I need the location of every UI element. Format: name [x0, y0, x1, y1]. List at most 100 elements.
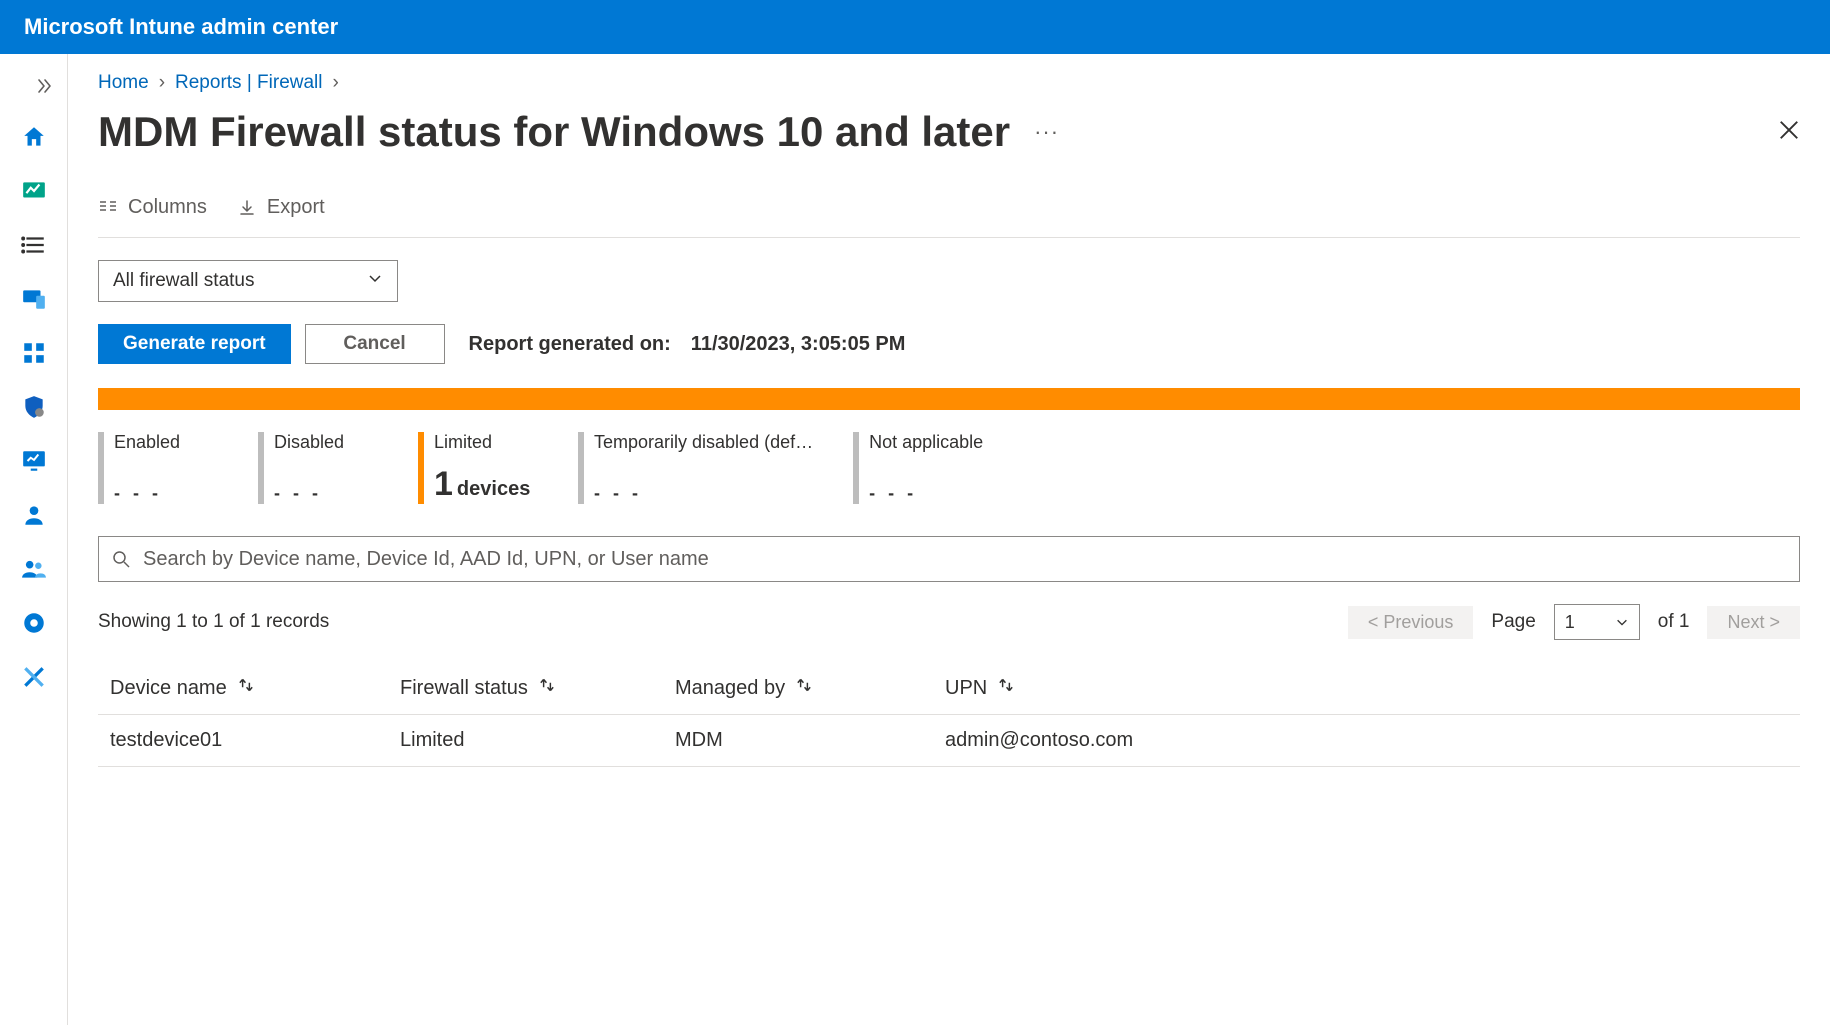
shield-gear-icon: [21, 394, 47, 420]
column-header-device-name[interactable]: Device name: [110, 676, 400, 700]
status-stripe: [98, 432, 104, 504]
page-title: MDM Firewall status for Windows 10 and l…: [98, 108, 1010, 156]
results-bar: Showing 1 to 1 of 1 records < Previous P…: [98, 604, 1800, 640]
users-icon: [21, 556, 47, 582]
status-tile-disabled[interactable]: Disabled - - -: [258, 432, 378, 504]
page-label: Page: [1491, 611, 1535, 633]
left-nav: [0, 54, 68, 1025]
sidebar-item-groups[interactable]: [11, 546, 57, 592]
breadcrumb-separator: ›: [159, 72, 165, 94]
previous-page-button[interactable]: < Previous: [1348, 606, 1474, 639]
table-header-row: Device name Firewall status Managed by U…: [98, 662, 1800, 715]
user-icon: [21, 502, 47, 528]
sidebar-item-users[interactable]: [11, 492, 57, 538]
breadcrumb-reports-firewall[interactable]: Reports | Firewall: [175, 72, 322, 94]
chevron-double-right-icon: [37, 78, 53, 94]
download-icon: [237, 198, 257, 218]
more-actions-button[interactable]: ···: [1034, 119, 1059, 145]
monitor-chart-icon: [21, 448, 47, 474]
generate-report-button[interactable]: Generate report: [98, 324, 291, 364]
cell-upn: admin@contoso.com: [945, 729, 1788, 752]
status-summary: Enabled - - - Disabled - - - Limited 1de…: [98, 432, 1800, 504]
page-select[interactable]: 1: [1554, 604, 1640, 640]
sort-icon: [997, 676, 1015, 700]
sidebar-item-endpoint-security[interactable]: [11, 384, 57, 430]
command-bar: Columns Export: [98, 196, 1800, 238]
status-label: Enabled: [114, 432, 180, 453]
global-header: Microsoft Intune admin center: [0, 0, 1830, 54]
status-tile-temporarily-disabled[interactable]: Temporarily disabled (def… - - -: [578, 432, 813, 504]
status-label: Temporarily disabled (def…: [594, 432, 813, 453]
gear-icon: [21, 610, 47, 636]
close-blade-button[interactable]: [1778, 119, 1800, 146]
status-tile-not-applicable[interactable]: Not applicable - - -: [853, 432, 983, 504]
status-stripe: [418, 432, 424, 504]
apps-grid-icon: [21, 340, 47, 366]
report-generated-timestamp: 11/30/2023, 3:05:05 PM: [691, 333, 906, 356]
status-tile-enabled[interactable]: Enabled - - -: [98, 432, 218, 504]
breadcrumb-home[interactable]: Home: [98, 72, 149, 94]
status-value: 1devices: [434, 465, 530, 504]
report-generated-label: Report generated on:: [469, 333, 671, 356]
status-label: Disabled: [274, 432, 344, 453]
column-header-managed-by[interactable]: Managed by: [675, 676, 945, 700]
filter-row: All firewall status: [98, 260, 1800, 302]
sidebar-item-reports[interactable]: [11, 438, 57, 484]
columns-label: Columns: [128, 196, 207, 219]
table-row[interactable]: testdevice01 Limited MDM admin@contoso.c…: [98, 715, 1800, 767]
main-content: Home › Reports | Firewall › MDM Firewall…: [68, 54, 1830, 1025]
search-icon: [111, 549, 131, 569]
column-header-firewall-status[interactable]: Firewall status: [400, 676, 675, 700]
breadcrumb: Home › Reports | Firewall ›: [98, 72, 1800, 94]
pager: < Previous Page 1 of 1 Next >: [1348, 604, 1800, 640]
sidebar-item-apps[interactable]: [11, 330, 57, 376]
search-box[interactable]: [98, 536, 1800, 582]
search-input[interactable]: [141, 547, 1787, 572]
column-header-upn[interactable]: UPN: [945, 676, 1788, 700]
cell-firewall-status: Limited: [400, 729, 675, 752]
breadcrumb-separator: ›: [333, 72, 339, 94]
page-title-row: MDM Firewall status for Windows 10 and l…: [98, 108, 1800, 156]
status-stripe: [853, 432, 859, 504]
results-table: Device name Firewall status Managed by U…: [98, 662, 1800, 767]
cell-managed-by: MDM: [675, 729, 945, 752]
cancel-button[interactable]: Cancel: [305, 324, 445, 364]
export-label: Export: [267, 196, 325, 219]
tools-icon: [21, 664, 47, 690]
devices-icon: [21, 286, 47, 312]
filter-selected-value: All firewall status: [113, 270, 255, 292]
sidebar-item-home[interactable]: [11, 114, 57, 160]
action-row: Generate report Cancel Report generated …: [98, 324, 1800, 364]
page-current: 1: [1565, 612, 1575, 633]
columns-icon: [98, 198, 118, 218]
status-value: - - -: [594, 483, 813, 504]
chevron-down-icon: [1615, 615, 1629, 629]
status-stripe: [578, 432, 584, 504]
sort-icon: [795, 676, 813, 700]
sidebar-item-all-services[interactable]: [11, 222, 57, 268]
status-tile-limited[interactable]: Limited 1devices: [418, 432, 538, 504]
list-icon: [21, 232, 47, 258]
status-label: Limited: [434, 432, 530, 453]
status-stripe: [258, 432, 264, 504]
nav-expand-toggle[interactable]: [0, 66, 67, 106]
status-distribution-bar: [98, 388, 1800, 410]
sidebar-item-troubleshooting[interactable]: [11, 654, 57, 700]
columns-button[interactable]: Columns: [98, 196, 207, 219]
page-total: of 1: [1658, 611, 1690, 633]
next-page-button[interactable]: Next >: [1707, 606, 1800, 639]
cell-device-name: testdevice01: [110, 729, 400, 752]
sidebar-item-devices[interactable]: [11, 276, 57, 322]
product-title: Microsoft Intune admin center: [24, 14, 338, 40]
firewall-status-filter[interactable]: All firewall status: [98, 260, 398, 302]
status-value: - - -: [114, 483, 180, 504]
close-icon: [1778, 119, 1800, 141]
home-icon: [21, 124, 47, 150]
status-label: Not applicable: [869, 432, 983, 453]
status-value: - - -: [869, 483, 983, 504]
sidebar-item-tenant-admin[interactable]: [11, 600, 57, 646]
sidebar-item-dashboard[interactable]: [11, 168, 57, 214]
status-value: - - -: [274, 483, 344, 504]
sort-icon: [237, 676, 255, 700]
export-button[interactable]: Export: [237, 196, 325, 219]
